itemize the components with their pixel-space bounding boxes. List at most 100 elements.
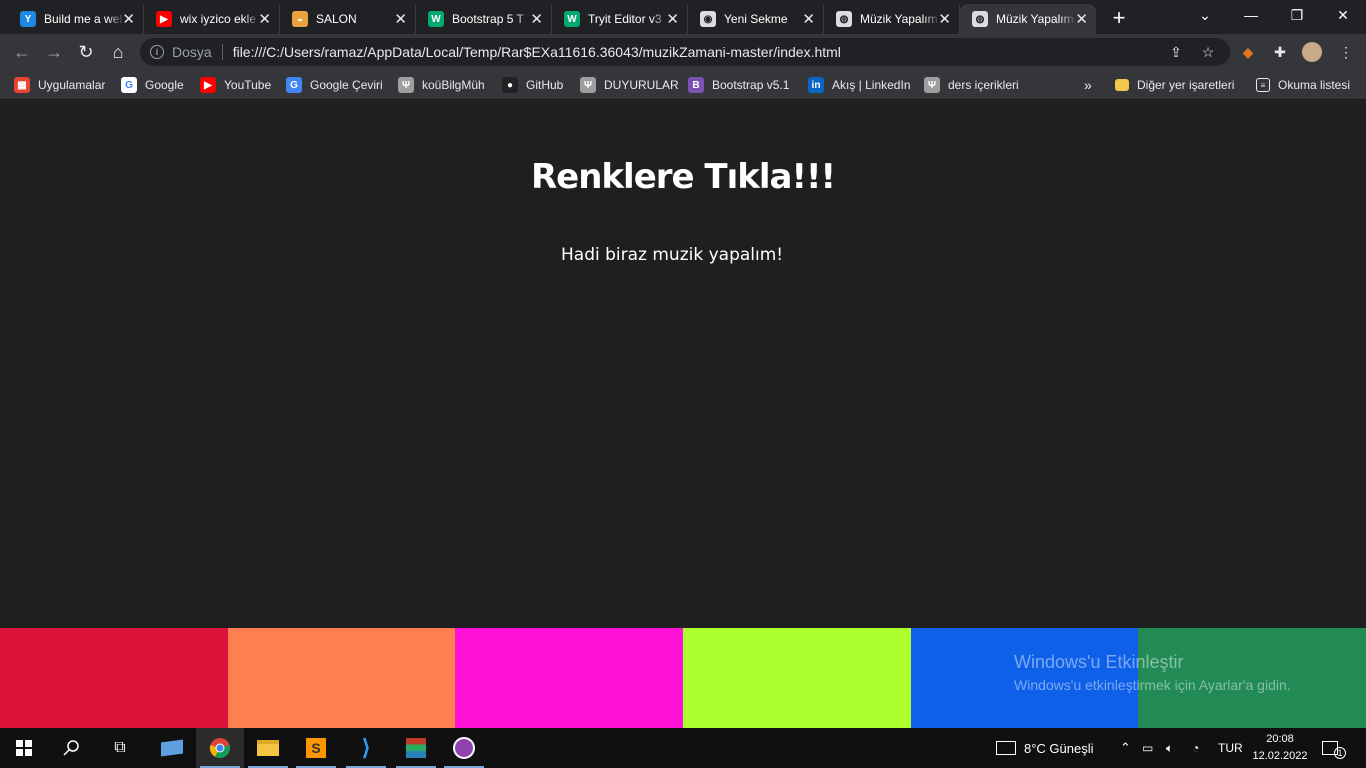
volume-icon[interactable]: 🔈︎ (1166, 728, 1173, 768)
bookmark-item[interactable]: G Google (121, 76, 184, 94)
close-tab-icon[interactable]: ✕ (258, 10, 271, 28)
bookmark-label: Google (145, 78, 184, 92)
news-icon (996, 741, 1016, 755)
youtube-icon: ▶ (200, 77, 216, 93)
github-desktop-icon[interactable] (440, 728, 488, 768)
tab-title: SALON (316, 12, 357, 26)
file-explorer-icon[interactable] (244, 728, 292, 768)
weather-text: 8°C Güneşli (1024, 740, 1094, 756)
close-tab-icon[interactable]: ✕ (530, 10, 543, 28)
profile-avatar[interactable] (1302, 42, 1322, 62)
url-text[interactable]: file:///C:/Users/ramaz/AppData/Local/Tem… (233, 44, 841, 60)
close-tab-icon[interactable]: ✕ (938, 10, 951, 28)
bookmark-item[interactable]: ▶ YouTube (200, 76, 271, 94)
chrome-icon: ◉ (700, 11, 716, 27)
burger-icon: ◒ (292, 11, 308, 27)
tab-title: Build me a web (44, 12, 124, 26)
close-tab-icon[interactable]: ✕ (666, 10, 679, 28)
close-tab-icon[interactable]: ✕ (1075, 10, 1088, 28)
browser-tab[interactable]: Y Build me a web ✕ (8, 4, 144, 34)
other-bookmarks-label: Diğer yer işaretleri (1137, 78, 1235, 92)
bookmark-item[interactable]: ● GitHub (502, 76, 563, 94)
bookmark-item[interactable]: B Bootstrap v5.1 (688, 76, 789, 94)
browser-tab[interactable]: ◍ Müzik Yapalım ✕ (960, 4, 1096, 34)
minimize-button[interactable]: — (1228, 0, 1274, 32)
home-button[interactable]: ⌂ (106, 40, 130, 64)
browser-tab[interactable]: ▶ wix iyzico ekle ✕ (144, 4, 280, 34)
linkedin-icon: in (808, 77, 824, 93)
page-subtitle: Hadi biraz muzik yapalım! (561, 245, 784, 265)
back-button[interactable]: ← (10, 40, 34, 64)
tab-search-chevron-icon[interactable]: ⌄ (1182, 0, 1228, 32)
globe-icon: ◍ (836, 11, 852, 27)
tab-title: Müzik Yapalım (860, 12, 938, 26)
browser-tab[interactable]: ◉ Yeni Sekme ✕ (688, 4, 824, 34)
clock-date: 12.02.2022 (1252, 750, 1308, 762)
apps-grid-icon: ▦ (14, 77, 30, 93)
winrar-icon[interactable] (392, 728, 440, 768)
other-bookmarks-folder[interactable]: Diğer yer işaretleri (1115, 76, 1234, 94)
reload-button[interactable]: ↻ (74, 40, 98, 64)
tab-title: Bootstrap 5 T (452, 12, 524, 26)
kou-icon: Ψ (398, 77, 414, 93)
search-icon[interactable] (48, 728, 96, 768)
bookmark-label: ders içerikleri (948, 78, 1019, 92)
share-icon[interactable]: ⇪ (1166, 42, 1186, 62)
chrome-taskbar-icon[interactable] (196, 728, 244, 768)
close-window-button[interactable]: ✕ (1320, 0, 1366, 32)
bookmark-item[interactable]: G Google Çeviri (286, 76, 383, 94)
browser-tab[interactable]: W Bootstrap 5 T ✕ (416, 4, 552, 34)
kou-icon: Ψ (924, 77, 940, 93)
bookmark-label: Google Çeviri (310, 78, 383, 92)
color-pad[interactable] (683, 628, 911, 728)
battery-icon[interactable]: ▭ (1142, 728, 1153, 768)
close-tab-icon[interactable]: ✕ (394, 10, 407, 28)
close-tab-icon[interactable]: ✕ (122, 10, 135, 28)
bookmarks-overflow-button[interactable]: » (1084, 76, 1092, 94)
color-pad[interactable] (227, 628, 456, 728)
sublime-text-icon[interactable]: S (292, 728, 340, 768)
reading-list-icon: ≡ (1256, 78, 1270, 92)
forward-button[interactable]: → (42, 40, 66, 64)
vscode-icon[interactable]: ⟩ (342, 728, 390, 768)
reading-list-button[interactable]: ≡ Okuma listesi (1256, 76, 1350, 94)
extensions-puzzle-icon[interactable]: ✚ (1270, 42, 1290, 62)
show-hidden-icons-chevron-icon[interactable]: ⌃ (1120, 728, 1131, 768)
menu-kebab-icon[interactable]: ⋮ (1336, 42, 1356, 62)
bookmark-label: Uygulamalar (38, 78, 106, 92)
github-icon: ● (502, 77, 518, 93)
bookmark-item[interactable]: ▦ Uygulamalar (14, 76, 105, 94)
bookmark-item[interactable]: ΨkoüBilgMüh (398, 76, 485, 94)
color-pad[interactable] (455, 628, 684, 728)
language-indicator[interactable]: TUR (1218, 728, 1243, 768)
divider (221, 44, 223, 60)
google-icon: G (121, 77, 137, 93)
bootstrap-icon: B (688, 77, 704, 93)
task-view-icon[interactable]: ⧉ (96, 728, 144, 768)
clock[interactable]: 20:08 12.02.2022 (1252, 731, 1308, 765)
close-tab-icon[interactable]: ✕ (802, 10, 815, 28)
tab-title: Yeni Sekme (724, 12, 788, 26)
browser-tab[interactable]: ◍ Müzik Yapalım ✕ (824, 4, 960, 34)
browser-tab[interactable]: ◒ SALON ✕ (280, 4, 416, 34)
kou-icon: Ψ (580, 77, 596, 93)
browser-toolbar: ← → ↻ ⌂ i Dosya file:///C:/Users/ramaz/A… (0, 34, 1366, 70)
weather-widget[interactable]: 8°C Güneşli (996, 728, 1094, 768)
start-windows-icon[interactable] (0, 728, 48, 768)
browser-tab[interactable]: W Tryit Editor v3 ✕ (552, 4, 688, 34)
site-info-icon[interactable]: i (150, 45, 164, 59)
bookmark-item[interactable]: in Akış | LinkedIn (808, 76, 911, 94)
new-tab-button[interactable]: + (1106, 6, 1132, 32)
bookmark-star-icon[interactable]: ☆ (1198, 42, 1218, 62)
bookmark-item[interactable]: Ψders içerikleri (924, 76, 1019, 94)
pc-app-icon[interactable] (148, 728, 196, 768)
bookmark-item[interactable]: Ψ DUYURULAR (580, 76, 679, 94)
address-bar[interactable]: i Dosya file:///C:/Users/ramaz/AppData/L… (140, 38, 1230, 66)
metamask-extension-icon[interactable]: ◆ (1238, 42, 1258, 62)
notifications-icon[interactable]: 1 (1322, 728, 1346, 768)
restore-button[interactable]: ❐ (1274, 0, 1320, 32)
yandex-icon: Y (20, 11, 36, 27)
bookmark-label: DUYURULAR (604, 78, 679, 92)
network-icon[interactable]: ◔ (1192, 728, 1199, 768)
color-pad[interactable] (0, 628, 228, 728)
